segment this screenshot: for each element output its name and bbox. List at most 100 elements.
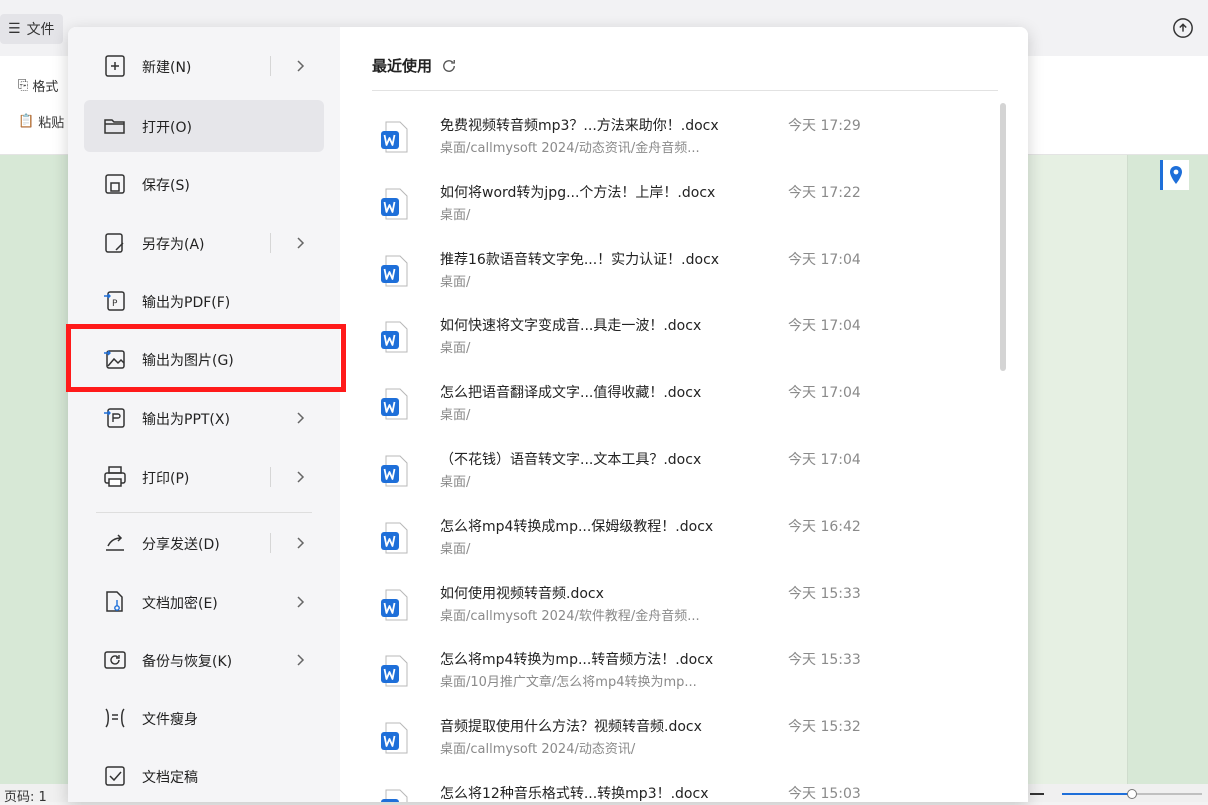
chevron-right-icon[interactable]	[288, 231, 312, 255]
menu-separator	[270, 233, 271, 253]
recent-file-time: 今天 17:04	[788, 318, 861, 335]
menu-item-slim-file[interactable]: 文件瘦身	[84, 692, 324, 744]
menu-item-label: 打印(P)	[142, 471, 190, 487]
recent-file-row[interactable]: （不花钱）语音转文字...文本工具？.docx 桌面/今天 17:04	[380, 449, 940, 511]
word-doc-icon	[381, 722, 408, 754]
menu-item-label: 分享发送(D)	[142, 537, 220, 553]
print-icon	[104, 466, 126, 487]
recent-file-path: 桌面/	[440, 408, 471, 424]
menu-item-label: 输出为PDF(F)	[142, 295, 231, 311]
location-pin-icon[interactable]	[1160, 160, 1189, 190]
recent-file-name: 推荐16款语音转文字免...！实力认证！.docx	[440, 251, 720, 268]
recent-title: 最近使用	[372, 57, 433, 75]
word-doc-icon	[381, 121, 408, 153]
recent-file-path: 桌面/	[440, 475, 471, 490]
format-painter-button[interactable]: ⎘ 格式	[18, 76, 58, 95]
file-tab-label: 文件	[26, 22, 55, 38]
chevron-right-icon[interactable]	[288, 648, 312, 672]
recent-file-row[interactable]: 怎么把语音翻译成文字...值得收藏！.docx 桌面/今天 17:04	[380, 382, 940, 444]
menu-item-label: 备份与恢复(K)	[142, 654, 233, 670]
file-menu-panel: 新建(N) 打开(O) 保存(S) 另存为(A) P 输出为PDF(F) 输出为图片(G) 输…	[68, 27, 1028, 802]
format-painter-icon: ⎘	[18, 78, 29, 93]
recent-files-panel: 最近使用 免费视频转音频mp3？...方法来助你！.docx 桌面/callmys…	[340, 27, 1028, 802]
paste-icon: 📋	[18, 114, 35, 129]
recent-file-row[interactable]: 音频提取使用什么方法？视频转音频.docx 桌面/callmysoft 2024/…	[380, 716, 940, 778]
menu-item-print[interactable]: 打印(P)	[84, 451, 324, 503]
menu-item-export-ppt[interactable]: 输出为PPT(X)	[84, 392, 324, 444]
menu-item-finalize[interactable]: 文档定稿	[84, 750, 324, 802]
recent-file-row[interactable]: 如何快速将文字变成音...具走一波！.docx 桌面/今天 17:04	[380, 315, 940, 377]
word-doc-icon	[381, 589, 408, 621]
save-icon	[105, 174, 125, 194]
menu-item-new-file[interactable]: 新建(N)	[84, 40, 324, 92]
refresh-icon[interactable]	[440, 57, 458, 75]
recent-file-name: 怎么将mp4转换为mp...转音频方法！.docx	[440, 652, 714, 669]
file-menu-tab[interactable]: ☰ 文件	[0, 14, 63, 44]
menu-divider	[96, 512, 312, 513]
recent-file-row[interactable]: 怎么将mp4转换成mp...保姆级教程！.docx 桌面/今天 16:42	[380, 516, 940, 578]
word-doc-icon	[381, 655, 408, 687]
word-doc-icon	[381, 388, 408, 420]
svg-text:P: P	[112, 299, 118, 309]
menu-item-label: 文档加密(E)	[142, 596, 218, 612]
export-ppt-icon	[104, 408, 125, 428]
recent-file-time: 今天 17:04	[788, 452, 861, 468]
zoom-slider-handle[interactable]	[1127, 789, 1137, 799]
recent-file-time: 今天 17:22	[788, 184, 861, 201]
encrypt-icon	[106, 591, 123, 612]
recent-file-row[interactable]: 如何使用视频转音频.docx 桌面/callmysoft 2024/软件教程/金舟…	[380, 583, 940, 645]
menu-item-label: 输出为PPT(X)	[142, 412, 230, 428]
menu-item-export-pdf[interactable]: P 输出为PDF(F)	[84, 275, 324, 327]
menu-separator	[270, 56, 271, 76]
recent-file-row[interactable]: 推荐16款语音转文字免...！实力认证！.docx 桌面/今天 17:04	[380, 249, 940, 311]
recent-file-row[interactable]: 免费视频转音频mp3？...方法来助你！.docx 桌面/callmysoft 2…	[380, 115, 940, 177]
recent-file-path: 桌面/	[440, 341, 471, 357]
recent-file-row[interactable]: 怎么将12种音乐格式转...转换mp3！.docx 今天 15:03	[380, 783, 940, 802]
chevron-right-icon[interactable]	[288, 531, 312, 555]
chevron-right-icon[interactable]	[288, 465, 312, 489]
finalize-icon	[105, 766, 125, 786]
menu-item-open-folder[interactable]: 打开(O)	[84, 100, 324, 152]
menu-separator	[270, 467, 271, 487]
menu-item-save[interactable]: 保存(S)	[84, 158, 324, 210]
chevron-right-icon[interactable]	[288, 590, 312, 614]
recent-file-path: 桌面/	[440, 541, 471, 557]
recent-file-name: 如何将word转为jpg...个方法！上岸！.docx	[440, 184, 716, 201]
menu-item-encrypt[interactable]: 文档加密(E)	[84, 576, 324, 628]
menu-separator	[270, 533, 271, 553]
scrollbar[interactable]	[1000, 103, 1006, 371]
menu-item-save-as[interactable]: 另存为(A)	[84, 217, 324, 269]
recent-file-time: 今天 15:03	[788, 786, 861, 802]
zoom-slider-filled[interactable]	[1062, 793, 1132, 795]
recent-file-row[interactable]: 怎么将mp4转换为mp...转音频方法！.docx 桌面/10月推广文章/怎么将m…	[380, 649, 940, 711]
word-doc-icon	[381, 522, 408, 554]
recent-file-name: 如何快速将文字变成音...具走一波！.docx	[440, 318, 702, 335]
menu-item-backup[interactable]: 备份与恢复(K)	[84, 634, 324, 686]
menu-item-label: 打开(O)	[142, 120, 192, 136]
paste-button[interactable]: 📋 粘贴	[18, 112, 64, 131]
open-folder-icon	[104, 119, 125, 134]
highlight-annotation	[66, 324, 346, 392]
recent-file-path: 桌面/10月推广文章/怎么将mp4转换为mp...	[440, 675, 697, 691]
word-doc-icon	[381, 255, 408, 287]
menu-item-label: 保存(S)	[142, 178, 190, 194]
word-doc-icon	[381, 321, 408, 353]
chevron-right-icon[interactable]	[288, 406, 312, 430]
word-doc-icon	[381, 455, 408, 487]
cloud-upload-icon[interactable]	[1172, 17, 1194, 39]
recent-file-path: 桌面/	[440, 274, 471, 290]
zoom-out-icon[interactable]	[1030, 793, 1044, 795]
recent-file-name: （不花钱）语音转文字...文本工具？.docx	[440, 452, 702, 468]
recent-file-row[interactable]: 如何将word转为jpg...个方法！上岸！.docx 桌面/今天 17:22	[380, 182, 940, 244]
recent-file-name: 怎么将mp4转换成mp...保姆级教程！.docx	[440, 518, 714, 535]
recent-file-time: 今天 17:04	[788, 385, 861, 402]
zoom-slider-track[interactable]	[1132, 793, 1202, 795]
word-doc-icon	[381, 188, 408, 220]
menu-item-label: 文档定稿	[142, 770, 198, 786]
menu-item-share[interactable]: 分享发送(D)	[84, 517, 324, 569]
chevron-right-icon[interactable]	[288, 54, 312, 78]
recent-file-time: 今天 17:29	[788, 118, 861, 134]
hamburger-icon: ☰	[8, 21, 21, 37]
word-doc-icon	[381, 789, 408, 802]
recent-file-time: 今天 15:33	[788, 585, 861, 602]
